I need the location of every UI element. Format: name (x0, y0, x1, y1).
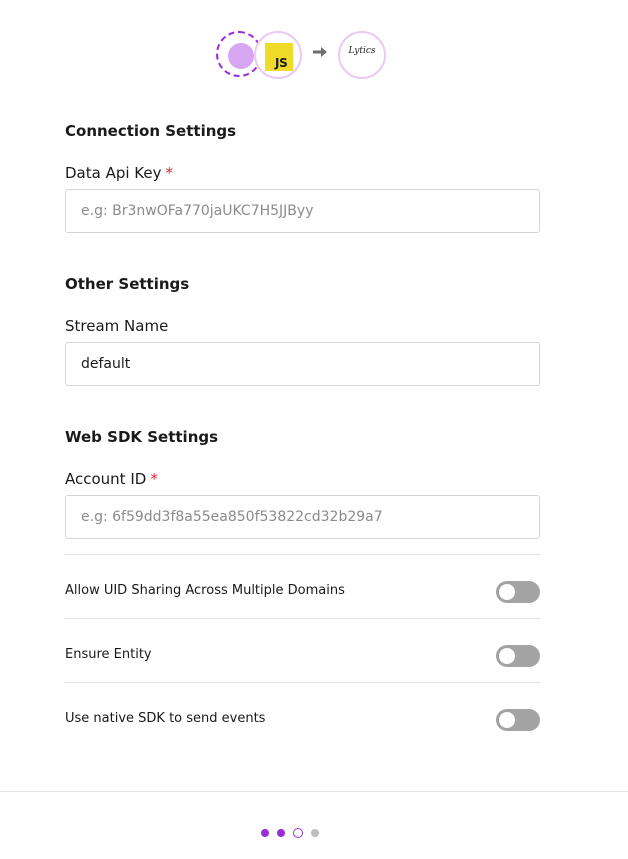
toggle-knob (499, 584, 515, 600)
ensure-entity-label: Ensure Entity (65, 647, 152, 662)
required-asterisk: * (150, 470, 158, 488)
account-id-label: Account ID * (65, 470, 158, 488)
ensure-entity-toggle[interactable] (496, 645, 540, 667)
stream-name-label: Stream Name (65, 317, 169, 335)
data-api-key-label: Data Api Key * (65, 164, 173, 182)
footer-divider (0, 791, 628, 792)
divider (65, 554, 540, 555)
web-sdk-settings-heading: Web SDK Settings (65, 428, 219, 446)
lytics-logo: Lytics (348, 46, 376, 56)
source-dot-icon (228, 43, 254, 69)
required-asterisk: * (165, 164, 174, 182)
uid-sharing-label: Allow UID Sharing Across Multiple Domain… (65, 583, 345, 598)
js-logo-box: JS (265, 43, 293, 71)
uid-sharing-toggle[interactable] (496, 581, 540, 603)
destination-settings-page: JS Lytics Connection Settings Data Api K… (0, 0, 628, 859)
data-api-key-input[interactable] (65, 189, 540, 233)
step-dot-3-current[interactable] (293, 828, 303, 838)
lytics-destination-icon: Lytics (338, 31, 386, 79)
account-id-label-text: Account ID (65, 470, 147, 488)
step-dot-4[interactable] (311, 829, 319, 837)
step-dot-2[interactable] (277, 829, 285, 837)
native-sdk-label: Use native SDK to send events (65, 711, 266, 726)
step-indicator (261, 828, 327, 838)
connection-header: JS Lytics (216, 30, 388, 80)
toggle-knob (499, 648, 515, 664)
step-dot-1[interactable] (261, 829, 269, 837)
other-settings-heading: Other Settings (65, 275, 190, 293)
javascript-icon: JS (254, 31, 302, 79)
divider (65, 682, 540, 683)
account-id-input[interactable] (65, 495, 540, 539)
js-logo-text: JS (275, 56, 288, 70)
divider (65, 618, 540, 619)
native-sdk-toggle[interactable] (496, 709, 540, 731)
toggle-knob (499, 712, 515, 728)
data-api-key-label-text: Data Api Key (65, 164, 162, 182)
arrow-right-icon (313, 47, 327, 57)
stream-name-input[interactable] (65, 342, 540, 386)
connection-settings-heading: Connection Settings (65, 122, 237, 140)
